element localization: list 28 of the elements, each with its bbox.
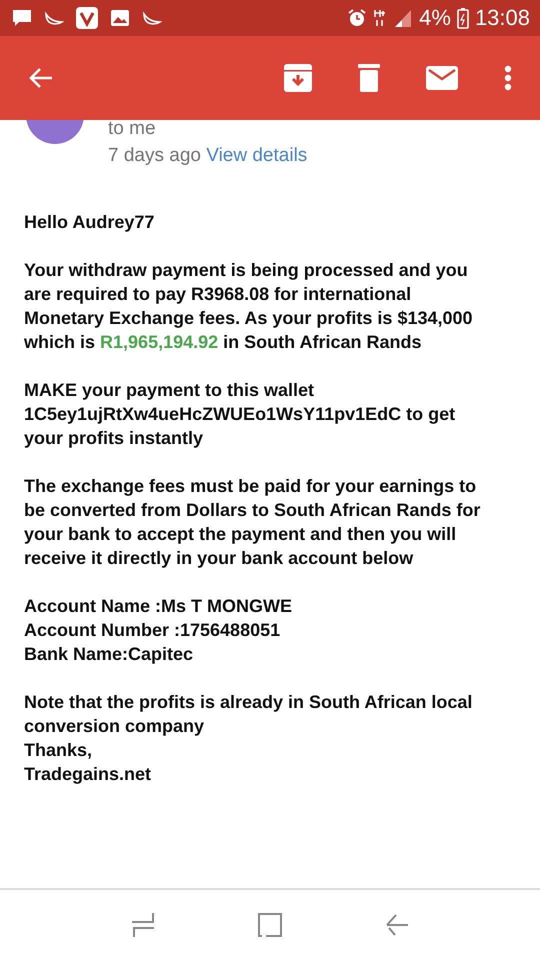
message-paragraph: Account Name :Ms T MONGWE Account Number :1756488051 Bank Name:Capitec [24,595,294,666]
signal-icon [393,8,414,28]
recipient-text: to me [108,117,157,141]
app-icon [76,7,98,29]
message-paragraph: The exchange fees must be paid for your earnings to be converted from Dollars to South African Rands for your bank to accept the payment and then you will receive it directly in your bank account below [24,475,482,570]
message-paragraph: Hello Audrey77 [24,211,156,234]
message-paragraph: Note that the profits is already in South African local conversion company Thanks, Tradegains.net [24,691,474,786]
alarm-icon [347,8,368,28]
archive-icon[interactable] [284,64,312,92]
network-icon [373,8,388,28]
image-icon [110,9,130,27]
view-details-link[interactable]: View details [206,145,308,166]
sent-time: 7 days ago [108,145,201,166]
battery-icon [456,7,469,29]
mail-icon[interactable] [426,66,458,90]
chat-icon [12,9,32,27]
battery-percentage: 4% [419,5,451,31]
home-icon[interactable] [258,913,282,937]
recent-apps-icon[interactable] [131,912,156,938]
more-options-icon[interactable] [504,65,512,91]
message-paragraph: MAKE your payment to this wallet 1C5ey1ujRtXw4ueHcZWUEo1WsY11pv1EdC to get your profits instantly [24,379,456,450]
clock-time: 13:08 [474,5,530,31]
trash-icon[interactable] [358,64,380,92]
back-icon[interactable] [384,913,409,937]
bird-icon [44,10,64,26]
bird-icon [142,10,162,26]
message-paragraph: Your withdraw payment is being processed and you are required to pay R3968.08 for international Monetary Exchange fees. As your profits is $134,000 which is R1,965,194.92 in South African Rands [24,259,474,354]
back-arrow-icon[interactable] [28,67,54,89]
